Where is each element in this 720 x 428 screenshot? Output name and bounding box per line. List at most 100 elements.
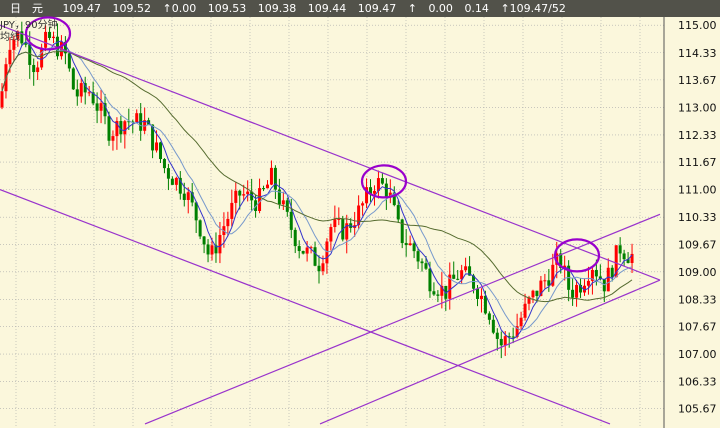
candle-body — [329, 227, 333, 242]
y-tick-label: 112.33 — [678, 129, 717, 142]
candle-body — [571, 289, 575, 298]
candle-body — [135, 113, 139, 123]
candle-body — [297, 246, 301, 252]
candle-body — [79, 83, 83, 97]
y-tick-label: 108.33 — [678, 293, 717, 306]
candle-body — [28, 44, 32, 65]
candle-body — [420, 261, 424, 264]
candle-body — [155, 142, 159, 151]
candle-body — [32, 64, 36, 73]
candle-body — [246, 191, 250, 195]
candle-body — [606, 267, 610, 292]
y-tick-label: 113.67 — [678, 74, 717, 87]
candle-body — [396, 205, 400, 220]
candle-body — [321, 263, 325, 272]
candle-body — [487, 313, 491, 320]
candle-body — [618, 245, 622, 254]
candle-body — [305, 247, 309, 254]
candle-body — [594, 269, 598, 277]
candle-body — [503, 336, 507, 346]
candle-body — [543, 280, 547, 282]
candle-body — [523, 303, 527, 318]
candle-body — [174, 177, 178, 185]
candle-body — [479, 295, 483, 299]
candle-body — [206, 244, 210, 255]
candle-body — [238, 190, 242, 196]
candle-body — [289, 211, 293, 230]
candle-body — [483, 295, 487, 314]
candle-body — [622, 253, 626, 260]
candle-body — [333, 219, 337, 228]
y-tick-label: 109.67 — [678, 238, 717, 251]
candle-body — [40, 47, 44, 68]
y-tick-label: 114.33 — [678, 47, 717, 60]
candle-body — [166, 168, 170, 179]
price-chart[interactable]: 115.00 114.33 113.67 113.00 112.33 111.67 111.… — [0, 0, 720, 428]
candle-body — [226, 218, 230, 227]
candle-body — [262, 188, 266, 190]
candle-body — [464, 266, 468, 271]
candle-body — [416, 251, 420, 262]
candle-body — [372, 190, 376, 194]
candle-body — [293, 229, 297, 247]
chart-window: 日 元 109.47 109.52 ↑0.00 109.53 109.38 10… — [0, 0, 720, 428]
y-tick-label: 113.00 — [678, 101, 717, 114]
candle-body — [186, 192, 190, 200]
candle-body — [404, 243, 408, 246]
plot-area — [0, 17, 664, 428]
candle-body — [337, 218, 341, 220]
candle-body — [198, 220, 202, 237]
candle-body — [123, 121, 127, 135]
candle-body — [436, 294, 440, 296]
candle-body — [519, 317, 523, 327]
candle-body — [210, 245, 214, 255]
candle-body — [408, 243, 412, 246]
y-tick-label: 109.00 — [678, 266, 717, 279]
candle-body — [325, 241, 329, 264]
candle-body — [511, 336, 515, 338]
candle-body — [428, 268, 432, 292]
y-tick-label: 110.33 — [678, 211, 717, 224]
candle-body — [71, 68, 75, 90]
candle-body — [384, 183, 388, 197]
candle-body — [586, 280, 590, 286]
candle-body — [67, 53, 71, 69]
candle-body — [499, 338, 503, 346]
candle-body — [159, 142, 162, 160]
candle-body — [301, 251, 305, 254]
y-tick-label: 115.00 — [678, 19, 717, 32]
candle-body — [281, 200, 285, 205]
y-tick-label: 107.00 — [678, 348, 717, 361]
candle-body — [36, 67, 40, 73]
candle-body — [258, 188, 262, 211]
candle-body — [170, 178, 174, 185]
candle-body — [218, 235, 222, 254]
candle-body — [234, 190, 238, 203]
y-tick-label: 111.00 — [678, 184, 717, 197]
candle-body — [476, 288, 479, 299]
candle-body — [456, 278, 460, 280]
candle-body — [495, 332, 499, 339]
candle-body — [8, 49, 12, 65]
candle-body — [380, 178, 384, 184]
candle-body — [75, 89, 79, 97]
candle-body — [432, 291, 436, 295]
candle-body — [99, 103, 103, 111]
candle-body — [265, 184, 269, 189]
y-tick-label: 111.67 — [678, 156, 717, 169]
candle-body — [535, 290, 539, 296]
candle-body — [269, 167, 273, 185]
candle-body — [317, 265, 321, 272]
candle-body — [194, 202, 198, 221]
candle-body — [452, 274, 456, 279]
candle-body — [87, 92, 91, 94]
candle-body — [95, 103, 99, 111]
candle-body — [273, 167, 277, 190]
candle-body — [242, 194, 246, 196]
y-tick-label: 105.67 — [678, 403, 717, 416]
candle-body — [412, 243, 416, 252]
candle-body — [313, 247, 317, 266]
y-tick-label: 107.67 — [678, 320, 717, 333]
candle-body — [575, 284, 579, 298]
candle-body — [162, 159, 166, 169]
